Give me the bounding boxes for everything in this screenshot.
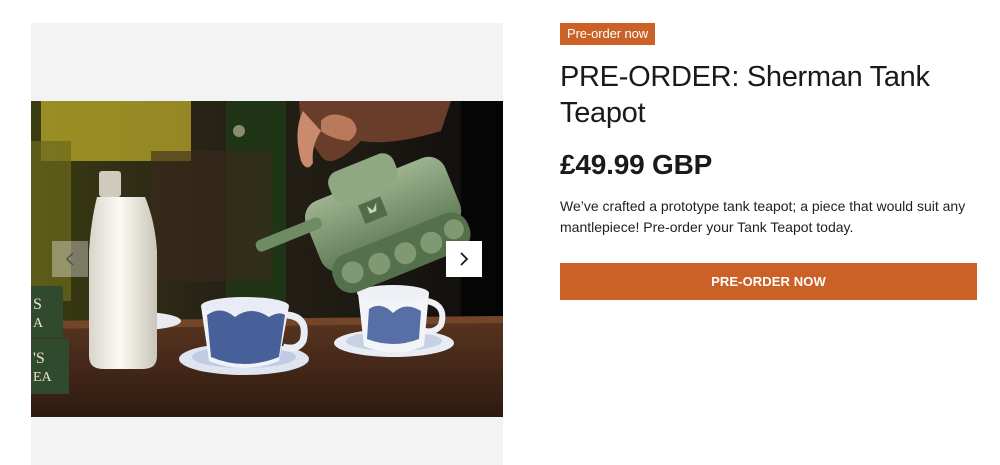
product-gallery: S A 'S EA	[31, 23, 503, 465]
preorder-button[interactable]: PRE-ORDER NOW	[560, 263, 977, 300]
product-title: PRE-ORDER: Sherman Tank Teapot	[560, 61, 930, 129]
svg-text:S: S	[33, 296, 42, 313]
gallery-prev-button[interactable]	[52, 241, 88, 277]
svg-text:'S: 'S	[33, 350, 45, 367]
product-price: £49.99 GBP	[560, 149, 713, 180]
chevron-right-icon	[460, 252, 469, 266]
gallery-next-button[interactable]	[446, 241, 482, 277]
product-description: We’ve crafted a prototype tank teapot; a…	[560, 198, 966, 235]
chevron-left-icon	[65, 252, 74, 266]
product-image: S A 'S EA	[31, 101, 503, 417]
product-page: S A 'S EA Pre-order now PRE-ORDER: Sherm…	[0, 0, 1000, 465]
svg-text:A: A	[33, 316, 44, 331]
product-info: Pre-order now PRE-ORDER: Sherman Tank Te…	[560, 23, 978, 300]
svg-text:EA: EA	[33, 370, 53, 385]
preorder-badge: Pre-order now	[560, 23, 656, 45]
